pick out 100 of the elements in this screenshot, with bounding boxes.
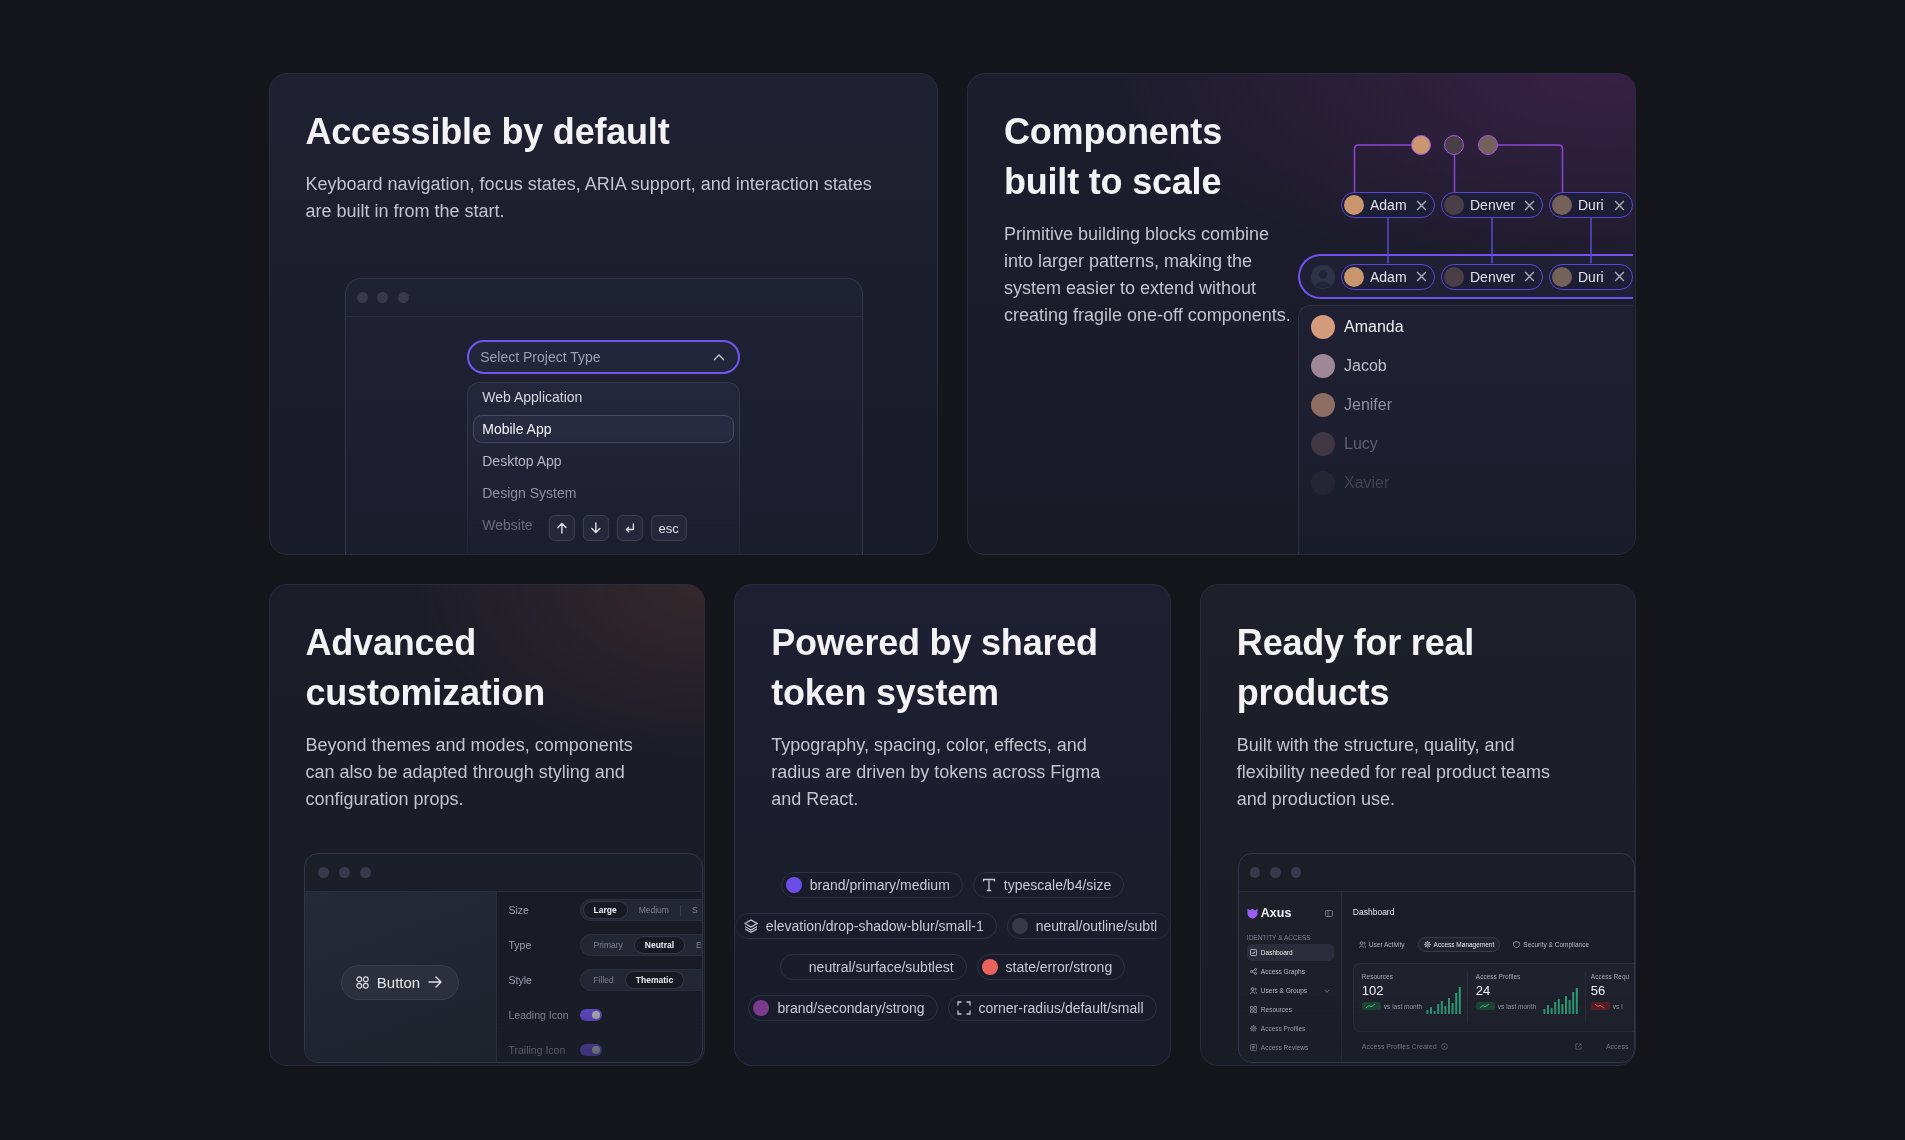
sparkline-drawing <box>1425 986 1462 1014</box>
avatar-icon <box>1478 135 1498 155</box>
segment-option[interactable]: Large <box>582 901 628 919</box>
person-chip[interactable]: Adam <box>1341 263 1435 290</box>
avatar-icon <box>1411 135 1431 155</box>
suggestion-item[interactable]: Amanda <box>1311 307 1410 346</box>
avatar-icon <box>1311 431 1335 456</box>
segment-option[interactable]: E <box>685 936 703 954</box>
menu-option[interactable]: Mobile App <box>473 415 735 443</box>
avatar-icon <box>1444 266 1464 287</box>
suggestion-item[interactable]: Jacob <box>1311 346 1393 385</box>
person-chip[interactable]: Duri <box>1549 263 1633 290</box>
close-icon[interactable] <box>1614 271 1625 282</box>
token-name: neutral/surface/subtlest <box>808 959 954 975</box>
chart-icon <box>1249 949 1257 956</box>
window-dot-icon <box>317 867 329 878</box>
segment-option[interactable]: Filled <box>582 971 625 989</box>
window-dot-icon <box>1249 867 1261 878</box>
close-icon[interactable] <box>1524 271 1535 282</box>
users-icon <box>1249 987 1257 994</box>
segment-option[interactable]: Thematic <box>624 971 685 989</box>
avatar-icon <box>1311 314 1335 339</box>
segment-option[interactable]: Neutral <box>633 936 686 954</box>
setting-label: Leading Icon <box>508 1009 570 1021</box>
person-chip[interactable]: Duri <box>1549 192 1633 218</box>
avatar-icon <box>1344 266 1364 287</box>
suggestion-item[interactable]: Jenifer <box>1311 385 1398 424</box>
connector-line <box>1353 144 1412 193</box>
segment-option[interactable]: S <box>680 901 703 919</box>
close-icon[interactable] <box>1416 271 1427 282</box>
window-dot-icon <box>338 867 350 878</box>
trend-up-icon <box>1475 1002 1495 1010</box>
chevron-down-icon <box>1323 988 1330 993</box>
users-icon <box>1358 941 1366 948</box>
card-title: Ready for real products <box>1236 621 1476 715</box>
avatar-icon <box>1344 195 1364 215</box>
avatar-icon <box>1444 135 1465 155</box>
stat-value: 102 <box>1361 982 1385 999</box>
sparkline-drawing <box>1542 986 1579 1014</box>
sidebar-toggle-icon[interactable] <box>1324 909 1333 917</box>
grid-icon <box>1249 1006 1257 1013</box>
setting-label: Size <box>508 904 530 916</box>
avatar-icon <box>1552 266 1572 287</box>
gear-icon <box>1249 1025 1257 1032</box>
people-input-field[interactable]: Adam Denver Duri <box>1298 254 1634 299</box>
token-name: brand/secondary/strong <box>777 1000 925 1016</box>
logo-icon <box>1246 907 1258 919</box>
card-description: Keyboard navigation, focus states, ARIA support, and interaction states are built in from the start. <box>305 173 873 223</box>
select-field[interactable]: Select Project Type <box>467 340 741 374</box>
person-chip[interactable]: Denver <box>1441 192 1543 218</box>
layers-icon <box>743 919 758 933</box>
token-name: neutral/outline/subtl <box>1035 918 1158 934</box>
return-arrow-icon <box>624 523 635 533</box>
segment-option[interactable]: Primary <box>582 936 634 954</box>
arrow-right-icon <box>428 976 443 988</box>
nodes-icon <box>1249 968 1257 975</box>
card-description: Typography, spacing, color, effects, and radius are driven by tokens across Figma and React. <box>771 734 1102 811</box>
window-dot-icon <box>356 292 368 303</box>
card-title: Powered by shared token system <box>771 621 1099 715</box>
corners-icon <box>956 1001 971 1015</box>
toggle-switch[interactable] <box>579 1044 602 1056</box>
setting-label: Trailing Icon <box>508 1044 567 1056</box>
stat-value: 56 <box>1590 982 1607 999</box>
setting-label: Type <box>508 939 533 951</box>
demo-button[interactable]: Button <box>340 964 460 1000</box>
connector-line <box>1453 154 1456 193</box>
person-chip[interactable]: Denver <box>1441 263 1543 290</box>
token-name: typescale/b4/size <box>1003 877 1112 893</box>
close-icon[interactable] <box>1416 199 1427 211</box>
arrow-up-icon <box>555 522 568 534</box>
menu-option[interactable]: Desktop App <box>473 447 571 475</box>
close-icon[interactable] <box>1524 199 1535 211</box>
trend-down-icon <box>1590 1002 1610 1010</box>
connector-line <box>1497 144 1564 193</box>
window-dot-icon <box>1270 867 1281 878</box>
window-dot-icon <box>397 292 409 303</box>
card-title: Advanced customization <box>305 621 546 715</box>
list-icon <box>1249 1044 1257 1051</box>
card-description: Primitive building blocks combine into larger patterns, making the system easier to extend without creating fragile one-off components. <box>1004 223 1292 327</box>
window-dot-icon <box>1290 867 1302 878</box>
segment-option[interactable]: Medium <box>627 901 680 919</box>
menu-option[interactable]: Design System <box>473 479 586 507</box>
avatar-icon <box>1311 353 1335 378</box>
gear-icon <box>1423 941 1431 948</box>
avatar-icon <box>1552 195 1572 215</box>
card-title: Components built to scale <box>1004 110 1223 204</box>
keycap: esc <box>650 515 687 541</box>
stat-value: 24 <box>1475 982 1492 999</box>
typography-icon <box>981 878 996 892</box>
token-name: brand/primary/medium <box>809 877 950 893</box>
toggle-switch[interactable] <box>579 1009 602 1021</box>
person-chip[interactable]: Adam <box>1341 192 1435 218</box>
connector-line <box>1491 217 1493 265</box>
arrow-down-icon <box>589 522 602 534</box>
token-name: elevation/drop-shadow-blur/small-1 <box>765 918 984 934</box>
shield-icon <box>1513 941 1521 948</box>
close-icon[interactable] <box>1614 199 1625 211</box>
circles-grid-icon <box>355 975 369 989</box>
menu-option[interactable]: Web Application <box>473 383 592 411</box>
card-description: Beyond themes and modes, components can also be adapted through styling and configuration props. <box>305 734 634 811</box>
